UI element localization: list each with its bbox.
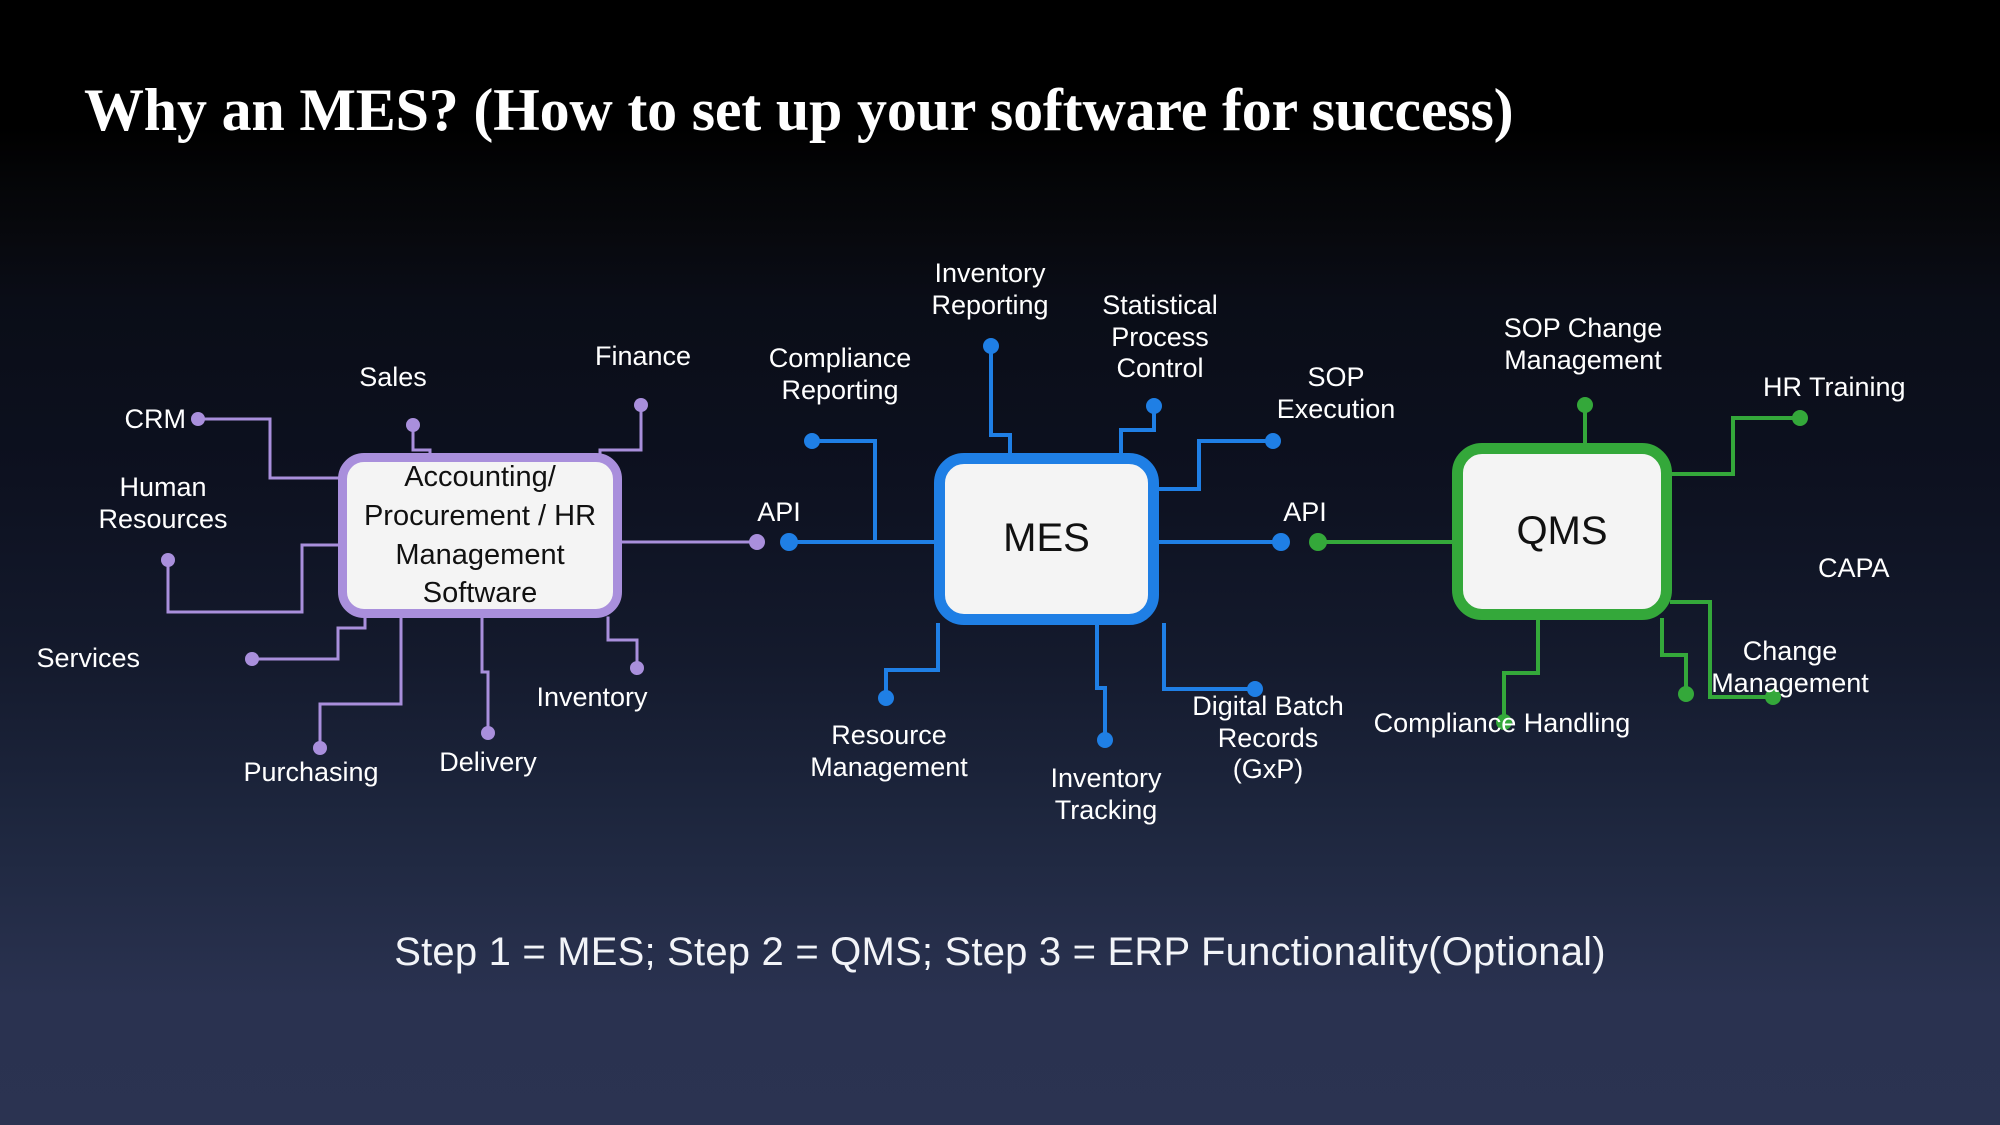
node-label-sop-execution: SOP Execution bbox=[1276, 362, 1396, 424]
node-label-statistical-process-control: Statistical Process Control bbox=[1102, 290, 1218, 384]
hub-erp[interactable]: Accounting/ Procurement / HR Management … bbox=[338, 453, 622, 618]
node-label-capa: CAPA bbox=[1818, 553, 1890, 583]
node-label-inventory-tracking: Inventory Tracking bbox=[1050, 763, 1162, 825]
node-label-compliance-reporting: Compliance Reporting bbox=[768, 343, 912, 405]
footer-caption: Step 1 = MES; Step 2 = QMS; Step 3 = ERP… bbox=[394, 930, 1606, 974]
node-label-finance: Finance bbox=[594, 341, 692, 371]
node-label-compliance-handling: Compliance Handling bbox=[1373, 708, 1631, 738]
node-label-change-management: Change Management bbox=[1711, 636, 1869, 698]
node-label-delivery: Delivery bbox=[439, 747, 537, 777]
node-label-resource-management: Resource Management bbox=[810, 720, 968, 782]
node-label-digital-batch-records: Digital Batch Records (GxP) bbox=[1192, 691, 1344, 785]
node-label-human-resources: Human Resources bbox=[98, 472, 228, 534]
node-label-sales: Sales bbox=[359, 362, 427, 392]
node-label-hr-training: HR Training bbox=[1763, 372, 1906, 402]
hub-mes[interactable]: MES bbox=[934, 453, 1159, 625]
node-label-purchasing: Purchasing bbox=[243, 757, 379, 787]
node-label-crm: CRM bbox=[124, 404, 187, 434]
node-label-services: Services bbox=[36, 643, 140, 673]
node-label-sop-change-management: SOP Change Management bbox=[1503, 313, 1663, 375]
hub-qms[interactable]: QMS bbox=[1452, 443, 1672, 620]
node-label-inventory-reporting: Inventory Reporting bbox=[931, 258, 1049, 320]
node-label-inventory: Inventory bbox=[536, 682, 648, 712]
page-title: Why an MES? (How to set up your software… bbox=[84, 77, 1514, 143]
slide-canvas: Why an MES? (How to set up your software… bbox=[0, 0, 2000, 1125]
link-label-mes-qms-api: API bbox=[1283, 497, 1327, 527]
link-label-erp-mes-api: API bbox=[757, 497, 801, 527]
